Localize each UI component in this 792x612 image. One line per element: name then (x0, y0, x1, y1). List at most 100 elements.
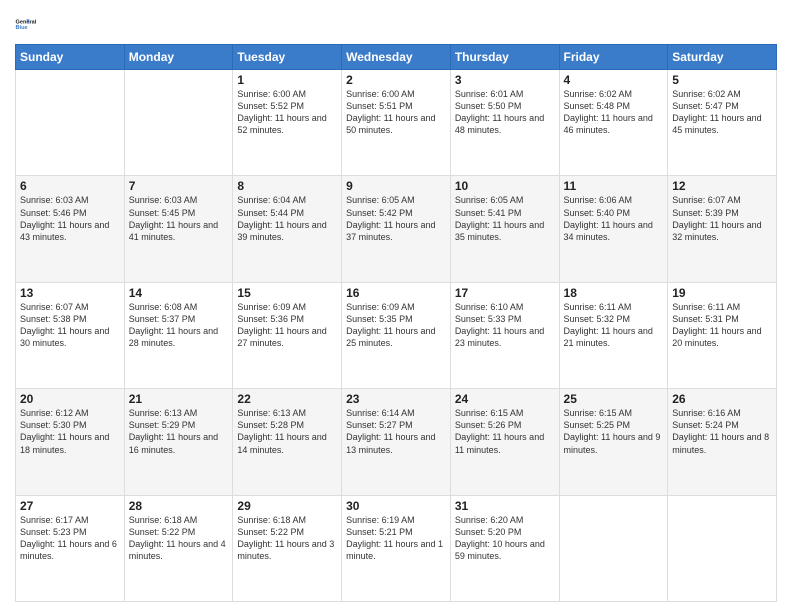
logo: General Blue (15, 10, 47, 38)
col-header-tuesday: Tuesday (233, 45, 342, 70)
cell-content: Sunrise: 6:09 AM Sunset: 5:36 PM Dayligh… (237, 301, 337, 350)
day-number: 15 (237, 286, 337, 300)
calendar-cell: 4Sunrise: 6:02 AM Sunset: 5:48 PM Daylig… (559, 70, 668, 176)
day-number: 11 (564, 179, 664, 193)
cell-content: Sunrise: 6:02 AM Sunset: 5:48 PM Dayligh… (564, 88, 664, 137)
cell-content: Sunrise: 6:06 AM Sunset: 5:40 PM Dayligh… (564, 194, 664, 243)
calendar-week-row: 27Sunrise: 6:17 AM Sunset: 5:23 PM Dayli… (16, 495, 777, 601)
calendar-cell: 5Sunrise: 6:02 AM Sunset: 5:47 PM Daylig… (668, 70, 777, 176)
day-number: 30 (346, 499, 446, 513)
logo-icon: General Blue (15, 10, 43, 38)
cell-content: Sunrise: 6:15 AM Sunset: 5:25 PM Dayligh… (564, 407, 664, 456)
calendar-cell: 12Sunrise: 6:07 AM Sunset: 5:39 PM Dayli… (668, 176, 777, 282)
calendar-cell (16, 70, 125, 176)
day-number: 1 (237, 73, 337, 87)
cell-content: Sunrise: 6:07 AM Sunset: 5:38 PM Dayligh… (20, 301, 120, 350)
cell-content: Sunrise: 6:16 AM Sunset: 5:24 PM Dayligh… (672, 407, 772, 456)
cell-content: Sunrise: 6:08 AM Sunset: 5:37 PM Dayligh… (129, 301, 229, 350)
day-number: 28 (129, 499, 229, 513)
cell-content: Sunrise: 6:17 AM Sunset: 5:23 PM Dayligh… (20, 514, 120, 563)
cell-content: Sunrise: 6:18 AM Sunset: 5:22 PM Dayligh… (129, 514, 229, 563)
day-number: 3 (455, 73, 555, 87)
calendar-cell: 17Sunrise: 6:10 AM Sunset: 5:33 PM Dayli… (450, 282, 559, 388)
calendar-week-row: 6Sunrise: 6:03 AM Sunset: 5:46 PM Daylig… (16, 176, 777, 282)
calendar-cell: 27Sunrise: 6:17 AM Sunset: 5:23 PM Dayli… (16, 495, 125, 601)
day-number: 9 (346, 179, 446, 193)
calendar-cell: 31Sunrise: 6:20 AM Sunset: 5:20 PM Dayli… (450, 495, 559, 601)
calendar-cell: 24Sunrise: 6:15 AM Sunset: 5:26 PM Dayli… (450, 389, 559, 495)
day-number: 31 (455, 499, 555, 513)
cell-content: Sunrise: 6:09 AM Sunset: 5:35 PM Dayligh… (346, 301, 446, 350)
calendar-week-row: 13Sunrise: 6:07 AM Sunset: 5:38 PM Dayli… (16, 282, 777, 388)
day-number: 8 (237, 179, 337, 193)
cell-content: Sunrise: 6:13 AM Sunset: 5:28 PM Dayligh… (237, 407, 337, 456)
cell-content: Sunrise: 6:12 AM Sunset: 5:30 PM Dayligh… (20, 407, 120, 456)
calendar-week-row: 1Sunrise: 6:00 AM Sunset: 5:52 PM Daylig… (16, 70, 777, 176)
calendar-week-row: 20Sunrise: 6:12 AM Sunset: 5:30 PM Dayli… (16, 389, 777, 495)
day-number: 27 (20, 499, 120, 513)
cell-content: Sunrise: 6:07 AM Sunset: 5:39 PM Dayligh… (672, 194, 772, 243)
calendar-cell: 19Sunrise: 6:11 AM Sunset: 5:31 PM Dayli… (668, 282, 777, 388)
calendar-cell: 13Sunrise: 6:07 AM Sunset: 5:38 PM Dayli… (16, 282, 125, 388)
header: General Blue (15, 10, 777, 38)
calendar-cell: 14Sunrise: 6:08 AM Sunset: 5:37 PM Dayli… (124, 282, 233, 388)
calendar-cell: 9Sunrise: 6:05 AM Sunset: 5:42 PM Daylig… (342, 176, 451, 282)
cell-content: Sunrise: 6:14 AM Sunset: 5:27 PM Dayligh… (346, 407, 446, 456)
day-number: 25 (564, 392, 664, 406)
cell-content: Sunrise: 6:10 AM Sunset: 5:33 PM Dayligh… (455, 301, 555, 350)
cell-content: Sunrise: 6:11 AM Sunset: 5:32 PM Dayligh… (564, 301, 664, 350)
day-number: 4 (564, 73, 664, 87)
day-number: 21 (129, 392, 229, 406)
col-header-friday: Friday (559, 45, 668, 70)
cell-content: Sunrise: 6:05 AM Sunset: 5:42 PM Dayligh… (346, 194, 446, 243)
cell-content: Sunrise: 6:02 AM Sunset: 5:47 PM Dayligh… (672, 88, 772, 137)
day-number: 2 (346, 73, 446, 87)
calendar-table: SundayMondayTuesdayWednesdayThursdayFrid… (15, 44, 777, 602)
calendar-cell: 29Sunrise: 6:18 AM Sunset: 5:22 PM Dayli… (233, 495, 342, 601)
col-header-sunday: Sunday (16, 45, 125, 70)
calendar-header-row: SundayMondayTuesdayWednesdayThursdayFrid… (16, 45, 777, 70)
day-number: 23 (346, 392, 446, 406)
day-number: 18 (564, 286, 664, 300)
calendar-cell (668, 495, 777, 601)
cell-content: Sunrise: 6:01 AM Sunset: 5:50 PM Dayligh… (455, 88, 555, 137)
calendar-cell: 21Sunrise: 6:13 AM Sunset: 5:29 PM Dayli… (124, 389, 233, 495)
cell-content: Sunrise: 6:15 AM Sunset: 5:26 PM Dayligh… (455, 407, 555, 456)
calendar-cell: 3Sunrise: 6:01 AM Sunset: 5:50 PM Daylig… (450, 70, 559, 176)
day-number: 16 (346, 286, 446, 300)
cell-content: Sunrise: 6:11 AM Sunset: 5:31 PM Dayligh… (672, 301, 772, 350)
cell-content: Sunrise: 6:19 AM Sunset: 5:21 PM Dayligh… (346, 514, 446, 563)
cell-content: Sunrise: 6:05 AM Sunset: 5:41 PM Dayligh… (455, 194, 555, 243)
calendar-cell (124, 70, 233, 176)
calendar-cell: 26Sunrise: 6:16 AM Sunset: 5:24 PM Dayli… (668, 389, 777, 495)
calendar-cell: 10Sunrise: 6:05 AM Sunset: 5:41 PM Dayli… (450, 176, 559, 282)
col-header-saturday: Saturday (668, 45, 777, 70)
day-number: 7 (129, 179, 229, 193)
day-number: 14 (129, 286, 229, 300)
calendar-cell: 15Sunrise: 6:09 AM Sunset: 5:36 PM Dayli… (233, 282, 342, 388)
calendar-cell: 7Sunrise: 6:03 AM Sunset: 5:45 PM Daylig… (124, 176, 233, 282)
col-header-monday: Monday (124, 45, 233, 70)
day-number: 17 (455, 286, 555, 300)
col-header-wednesday: Wednesday (342, 45, 451, 70)
calendar-cell: 8Sunrise: 6:04 AM Sunset: 5:44 PM Daylig… (233, 176, 342, 282)
day-number: 29 (237, 499, 337, 513)
cell-content: Sunrise: 6:13 AM Sunset: 5:29 PM Dayligh… (129, 407, 229, 456)
day-number: 13 (20, 286, 120, 300)
cell-content: Sunrise: 6:00 AM Sunset: 5:52 PM Dayligh… (237, 88, 337, 137)
day-number: 26 (672, 392, 772, 406)
page: General Blue SundayMondayTuesdayWednesda… (0, 0, 792, 612)
calendar-cell: 18Sunrise: 6:11 AM Sunset: 5:32 PM Dayli… (559, 282, 668, 388)
day-number: 10 (455, 179, 555, 193)
cell-content: Sunrise: 6:20 AM Sunset: 5:20 PM Dayligh… (455, 514, 555, 563)
day-number: 24 (455, 392, 555, 406)
calendar-cell (559, 495, 668, 601)
calendar-cell: 20Sunrise: 6:12 AM Sunset: 5:30 PM Dayli… (16, 389, 125, 495)
col-header-thursday: Thursday (450, 45, 559, 70)
cell-content: Sunrise: 6:03 AM Sunset: 5:45 PM Dayligh… (129, 194, 229, 243)
calendar-cell: 28Sunrise: 6:18 AM Sunset: 5:22 PM Dayli… (124, 495, 233, 601)
calendar-cell: 30Sunrise: 6:19 AM Sunset: 5:21 PM Dayli… (342, 495, 451, 601)
day-number: 19 (672, 286, 772, 300)
day-number: 12 (672, 179, 772, 193)
day-number: 6 (20, 179, 120, 193)
